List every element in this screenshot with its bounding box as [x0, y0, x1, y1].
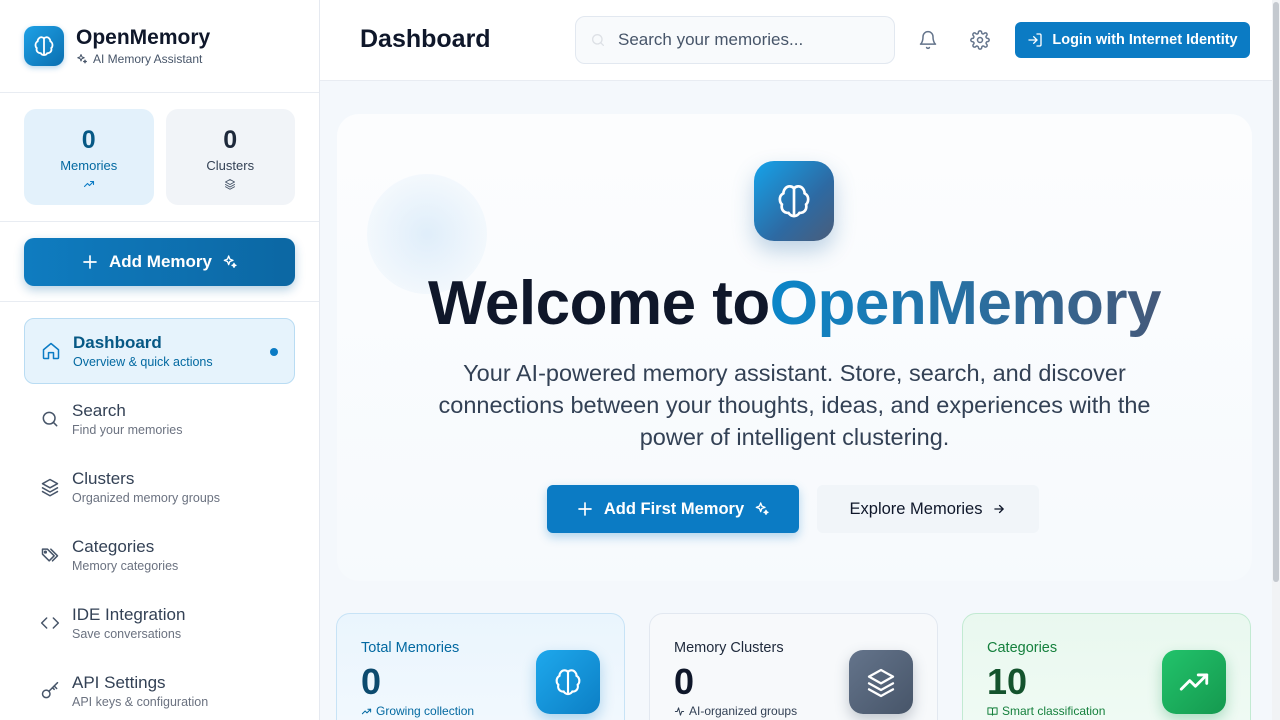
main-content: Welcome toOpenMemory Your AI-powered mem… [320, 81, 1272, 720]
scrollbar-thumb[interactable] [1273, 2, 1279, 582]
sidebar-item-ide-integration[interactable]: IDE Integration Save conversations [24, 590, 295, 656]
nav-desc: Find your memories [72, 423, 183, 437]
hero-description: Your AI-powered memory assistant. Store,… [438, 360, 1151, 450]
brain-icon [24, 26, 64, 66]
nav-desc: Organized memory groups [72, 491, 220, 505]
sidebar-nav: Dashboard Overview & quick actions Searc… [0, 302, 319, 720]
hero-title: Welcome toOpenMemory [337, 266, 1252, 342]
sidebar-stats: 0 Memories 0 Clusters [0, 93, 319, 222]
stat-value: 0 [223, 126, 238, 154]
search-box[interactable] [575, 16, 895, 64]
welcome-hero: Welcome toOpenMemory Your AI-powered mem… [337, 114, 1252, 581]
search-input[interactable] [618, 30, 878, 50]
layers-icon [849, 650, 913, 714]
layers-icon [224, 178, 236, 190]
plus-icon [81, 253, 99, 271]
sparkles-icon [754, 501, 770, 517]
sparkles-icon [222, 254, 238, 270]
stat-value: 0 [81, 126, 96, 154]
nav-label: Dashboard [73, 333, 162, 352]
nav-desc: Overview & quick actions [73, 355, 213, 369]
sidebar-item-search[interactable]: Search Find your memories [24, 386, 295, 452]
add-memory-label: Add Memory [109, 252, 212, 271]
brain-icon [754, 161, 834, 241]
hero-title-prefix: Welcome to [427, 269, 770, 338]
gear-icon[interactable] [970, 30, 990, 50]
activity-icon [674, 706, 685, 717]
sparkles-icon [76, 53, 88, 65]
trending-up-icon [83, 178, 95, 190]
plus-icon [576, 500, 594, 518]
login-icon [1027, 32, 1043, 48]
nav-desc: API keys & configuration [72, 695, 209, 709]
hero-title-accent: OpenMemory [769, 269, 1162, 338]
brand: OpenMemory AI Memory Assistant [0, 0, 319, 93]
tags-icon [40, 545, 60, 565]
sidebar-item-dashboard[interactable]: Dashboard Overview & quick actions [24, 318, 295, 384]
add-memory-button[interactable]: Add Memory [24, 238, 295, 286]
home-icon [41, 341, 61, 361]
arrow-right-icon [992, 502, 1006, 516]
page-title: Dashboard [360, 25, 491, 53]
stat-card-total-memories: Total Memories 0 Growing collection [336, 613, 625, 720]
sidebar: OpenMemory AI Memory Assistant 0 Memorie… [0, 0, 320, 720]
card-subtitle: Smart classification [1002, 704, 1106, 718]
sidebar-item-clusters[interactable]: Clusters Organized memory groups [24, 454, 295, 520]
search-icon [40, 409, 60, 429]
code-icon [40, 613, 60, 633]
brain-icon [536, 650, 600, 714]
nav-desc: Save conversations [72, 627, 182, 641]
sidebar-item-categories[interactable]: Categories Memory categories [24, 522, 295, 588]
brand-name: OpenMemory [76, 26, 211, 49]
active-indicator [270, 348, 278, 356]
trending-up-icon [361, 706, 372, 717]
brand-subtitle: AI Memory Assistant [93, 52, 203, 66]
card-subtitle: Growing collection [376, 704, 475, 718]
trending-up-icon [1162, 650, 1226, 714]
nav-label: Categories [72, 537, 155, 556]
stat-label: Memories [60, 158, 118, 173]
layers-icon [40, 477, 60, 497]
nav-label: API Settings [72, 673, 166, 692]
nav-label: Search [72, 401, 126, 420]
nav-label: IDE Integration [72, 605, 186, 624]
sidebar-item-api-settings[interactable]: API Settings API keys & configuration [24, 658, 295, 720]
nav-desc: Memory categories [72, 559, 179, 573]
bell-icon[interactable] [918, 30, 938, 50]
add-first-memory-button[interactable]: Add First Memory [547, 485, 799, 533]
search-icon [590, 32, 606, 48]
explore-memories-label: Explore Memories [849, 499, 983, 518]
stat-clusters: 0 Clusters [165, 109, 295, 205]
explore-memories-button[interactable]: Explore Memories [817, 485, 1039, 533]
nav-label: Clusters [72, 469, 135, 488]
book-icon [987, 706, 998, 717]
top-header: Dashboard Login with Internet Identity [320, 0, 1280, 81]
scrollbar[interactable] [1272, 0, 1280, 720]
add-first-memory-label: Add First Memory [603, 499, 745, 518]
stat-label: Clusters [206, 158, 255, 173]
key-icon [40, 681, 60, 701]
stat-card-categories: Categories 10 Smart classification [962, 613, 1251, 720]
stat-card-memory-clusters: Memory Clusters 0 AI-organized groups [649, 613, 938, 720]
stat-memories: 0 Memories [24, 109, 154, 205]
card-subtitle: AI-organized groups [689, 704, 798, 718]
login-button[interactable]: Login with Internet Identity [1015, 22, 1250, 58]
login-label: Login with Internet Identity [1052, 32, 1238, 48]
